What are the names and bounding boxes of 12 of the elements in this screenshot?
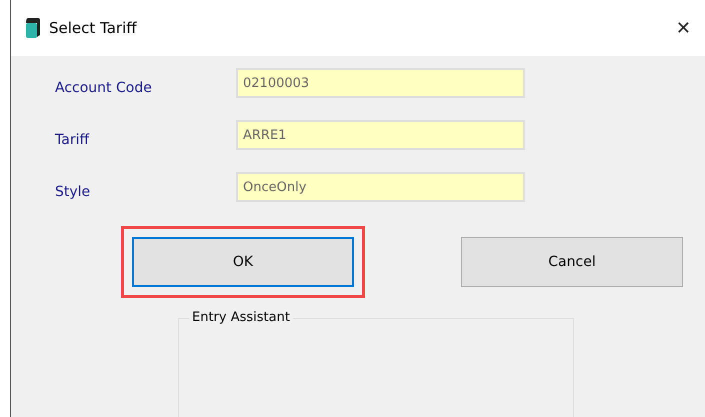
- field-label: Account Code: [55, 80, 153, 98]
- window-title: Select Tariff: [49, 19, 138, 37]
- group-title: Entry Assistant: [189, 310, 293, 325]
- field-label: Tariff: [55, 132, 90, 150]
- database-icon: [25, 17, 41, 39]
- dialog-button[interactable]: OK: [132, 237, 354, 287]
- input-field[interactable]: ARRE1: [236, 120, 525, 150]
- input-field[interactable]: 02100003: [236, 68, 525, 98]
- close-button[interactable]: ✕: [670, 14, 697, 42]
- field-label: Style: [55, 184, 92, 202]
- dialog-button[interactable]: Cancel: [461, 237, 683, 287]
- input-field[interactable]: OnceOnly: [236, 172, 525, 202]
